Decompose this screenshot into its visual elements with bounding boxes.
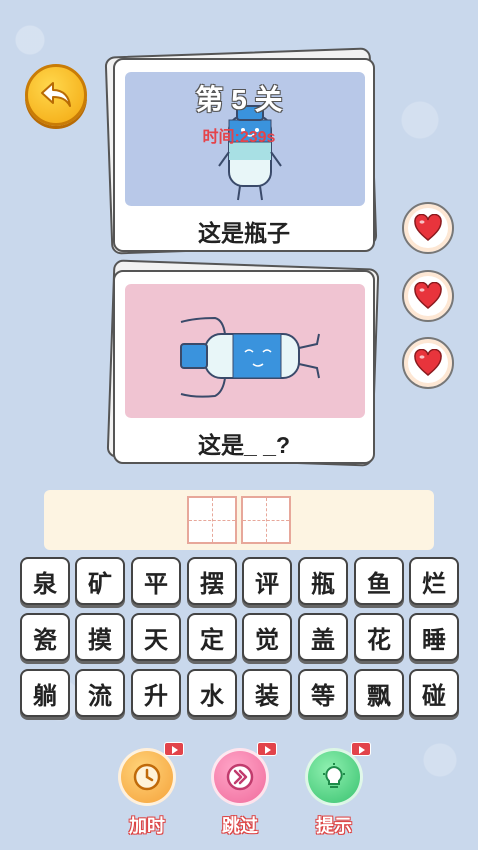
life-heart-2: [402, 270, 454, 322]
char-key[interactable]: 泉: [20, 557, 70, 605]
char-key[interactable]: 评: [242, 557, 292, 605]
char-key[interactable]: 睡: [409, 613, 459, 661]
char-key[interactable]: 飘: [354, 669, 404, 717]
heart-icon: [414, 214, 442, 241]
question-card-face: 这是_ _?: [113, 270, 375, 464]
skip-circle[interactable]: [211, 748, 269, 806]
level-title: 第 5 关: [195, 84, 283, 115]
answer-slot-1[interactable]: [187, 496, 237, 544]
add-time-label: 加时: [129, 816, 165, 836]
add-time-circle[interactable]: [118, 748, 176, 806]
heart-icon: [414, 349, 442, 376]
char-key[interactable]: 摆: [187, 557, 237, 605]
life-heart-3: [402, 337, 454, 389]
clock-icon: [133, 763, 161, 791]
timer: 时间:239s: [202, 129, 276, 146]
char-key[interactable]: 盖: [298, 613, 348, 661]
char-key[interactable]: 躺: [20, 669, 70, 717]
video-ad-icon: [164, 742, 184, 756]
video-ad-icon: [351, 742, 371, 756]
reference-caption: 这是瓶子: [198, 220, 290, 246]
char-key[interactable]: 瓷: [20, 613, 70, 661]
char-key[interactable]: 矿: [75, 557, 125, 605]
char-key[interactable]: 碰: [409, 669, 459, 717]
char-key[interactable]: 流: [75, 669, 125, 717]
char-key[interactable]: 天: [131, 613, 181, 661]
hint-button[interactable]: 提示: [303, 742, 371, 838]
video-ad-icon: [257, 742, 277, 756]
char-key[interactable]: 定: [187, 613, 237, 661]
char-key[interactable]: 水: [187, 669, 237, 717]
char-key[interactable]: 升: [131, 669, 181, 717]
question-caption: 这是_ _?: [197, 432, 291, 458]
bottle-lying-image: [125, 284, 365, 418]
hint-label: 提示: [316, 816, 352, 836]
answer-slot-2[interactable]: [241, 496, 291, 544]
skip-icon: [226, 763, 254, 791]
char-key[interactable]: 烂: [409, 557, 459, 605]
char-key[interactable]: 花: [354, 613, 404, 661]
char-key[interactable]: 等: [298, 669, 348, 717]
char-key[interactable]: 装: [242, 669, 292, 717]
heart-icon: [414, 282, 442, 309]
skip-button[interactable]: 跳过: [209, 742, 277, 838]
char-key[interactable]: 鱼: [354, 557, 404, 605]
char-key[interactable]: 觉: [242, 613, 292, 661]
lightbulb-icon: [323, 763, 345, 788]
life-heart-1: [402, 202, 454, 254]
add-time-button[interactable]: 加时: [116, 742, 184, 838]
hint-circle[interactable]: [305, 748, 363, 806]
char-key[interactable]: 摸: [75, 613, 125, 661]
skip-label: 跳过: [222, 816, 258, 836]
char-key[interactable]: 平: [131, 557, 181, 605]
answer-bar: [44, 490, 434, 550]
char-key[interactable]: 瓶: [298, 557, 348, 605]
